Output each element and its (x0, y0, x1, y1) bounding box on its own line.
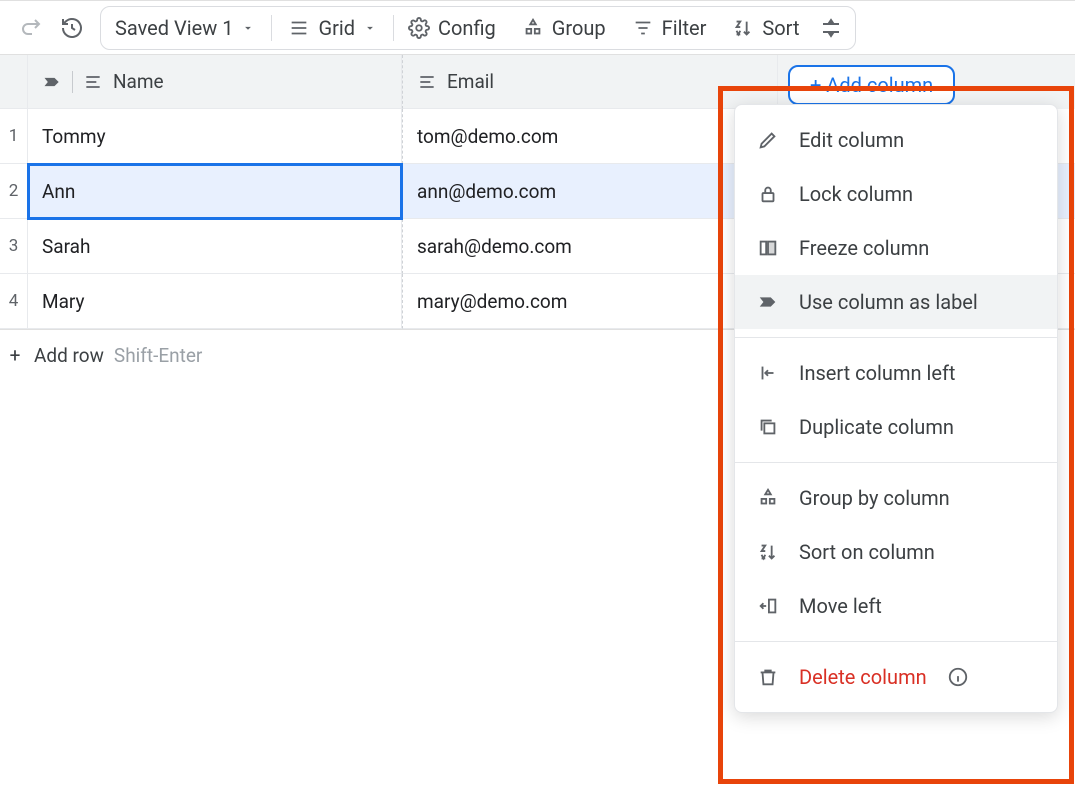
menu-label: Group by column (799, 486, 950, 510)
menu-duplicate-column[interactable]: Duplicate column (735, 400, 1057, 454)
layout-dropdown[interactable]: Grid (274, 7, 391, 49)
insert-left-icon (757, 362, 779, 384)
menu-delete-column[interactable]: Delete column (735, 650, 1057, 704)
row-number[interactable]: 4 (0, 274, 28, 329)
separator (393, 15, 394, 41)
saved-view-dropdown[interactable]: Saved View 1 (101, 7, 269, 49)
row-height-button[interactable] (813, 10, 849, 46)
redo-button[interactable] (14, 10, 50, 46)
text-column-icon (83, 72, 103, 92)
menu-sort-on-column[interactable]: Sort on column (735, 525, 1057, 579)
view-selector: Saved View 1 Grid Config Group Filter So… (100, 6, 856, 50)
cell-name[interactable]: Ann (28, 164, 402, 219)
menu-label: Duplicate column (799, 415, 954, 439)
cell-email[interactable]: mary@demo.com (402, 274, 778, 329)
chevron-down-icon (241, 21, 255, 35)
column-header-email[interactable]: Email (402, 55, 778, 109)
row-number[interactable]: 2 (0, 164, 28, 219)
gear-icon (408, 17, 430, 39)
add-column-cell: + Add column (778, 55, 1075, 109)
cell-email[interactable]: sarah@demo.com (402, 219, 778, 274)
sort-az-icon (732, 17, 754, 39)
config-label: Config (438, 16, 496, 40)
separator (271, 15, 272, 41)
sort-button[interactable]: Sort (720, 6, 811, 50)
column-email-label: Email (447, 70, 494, 93)
pencil-icon (757, 129, 779, 151)
config-button[interactable]: Config (396, 6, 508, 50)
group-button[interactable]: Group (510, 6, 618, 50)
menu-insert-left[interactable]: Insert column left (735, 346, 1057, 400)
freeze-icon (757, 237, 779, 259)
trash-icon (757, 666, 779, 688)
cell-email[interactable]: tom@demo.com (402, 109, 778, 164)
menu-separator (735, 462, 1057, 463)
group-label: Group (552, 16, 606, 40)
info-icon (947, 666, 969, 688)
group-icon (757, 487, 779, 509)
text-column-icon (417, 72, 437, 92)
history-button[interactable] (54, 10, 90, 46)
lock-icon (757, 183, 779, 205)
add-row-label: Add row (34, 344, 104, 367)
row-number[interactable]: 1 (0, 109, 28, 164)
menu-label: Edit column (799, 128, 904, 152)
menu-group-by-column[interactable]: Group by column (735, 471, 1057, 525)
menu-label: Move left (799, 594, 882, 618)
cell-name[interactable]: Tommy (28, 109, 402, 164)
plus-icon: + (6, 344, 24, 367)
menu-freeze-column[interactable]: Freeze column (735, 221, 1057, 275)
menu-label: Sort on column (799, 540, 935, 564)
filter-label: Filter (662, 16, 707, 40)
chevron-down-icon (363, 21, 377, 35)
menu-label: Use column as label (799, 290, 978, 314)
cell-name[interactable]: Sarah (28, 219, 402, 274)
sort-label: Sort (762, 16, 799, 40)
menu-separator (735, 337, 1057, 338)
menu-edit-column[interactable]: Edit column (735, 113, 1057, 167)
menu-label: Insert column left (799, 361, 955, 385)
menu-move-left[interactable]: Move left (735, 579, 1057, 633)
menu-label: Delete column (799, 665, 927, 689)
sort-az-icon (757, 541, 779, 563)
menu-use-as-label[interactable]: Use column as label (735, 275, 1057, 329)
layout-label: Grid (318, 16, 355, 40)
label-tag-icon (42, 72, 62, 92)
add-row-hint: Shift-Enter (114, 344, 202, 367)
grid-icon (288, 17, 310, 39)
row-number[interactable]: 3 (0, 219, 28, 274)
menu-lock-column[interactable]: Lock column (735, 167, 1057, 221)
cell-name[interactable]: Mary (28, 274, 402, 329)
column-name-label: Name (113, 70, 164, 93)
add-column-button[interactable]: + Add column (788, 65, 955, 105)
label-tag-icon (757, 291, 779, 313)
move-left-icon (757, 595, 779, 617)
cell-email[interactable]: ann@demo.com (402, 164, 778, 219)
saved-view-label: Saved View 1 (115, 16, 233, 40)
filter-icon (632, 17, 654, 39)
menu-label: Lock column (799, 182, 913, 206)
toolbar: Saved View 1 Grid Config Group Filter So… (0, 0, 1075, 55)
duplicate-icon (757, 416, 779, 438)
menu-label: Freeze column (799, 236, 929, 260)
row-height-icon (819, 16, 843, 40)
group-icon (522, 17, 544, 39)
menu-separator (735, 641, 1057, 642)
filter-button[interactable]: Filter (620, 6, 719, 50)
corner-cell (0, 55, 28, 109)
column-context-menu: Edit column Lock column Freeze column Us… (734, 104, 1058, 713)
column-header-name[interactable]: Name (28, 55, 402, 109)
separator (72, 71, 73, 93)
